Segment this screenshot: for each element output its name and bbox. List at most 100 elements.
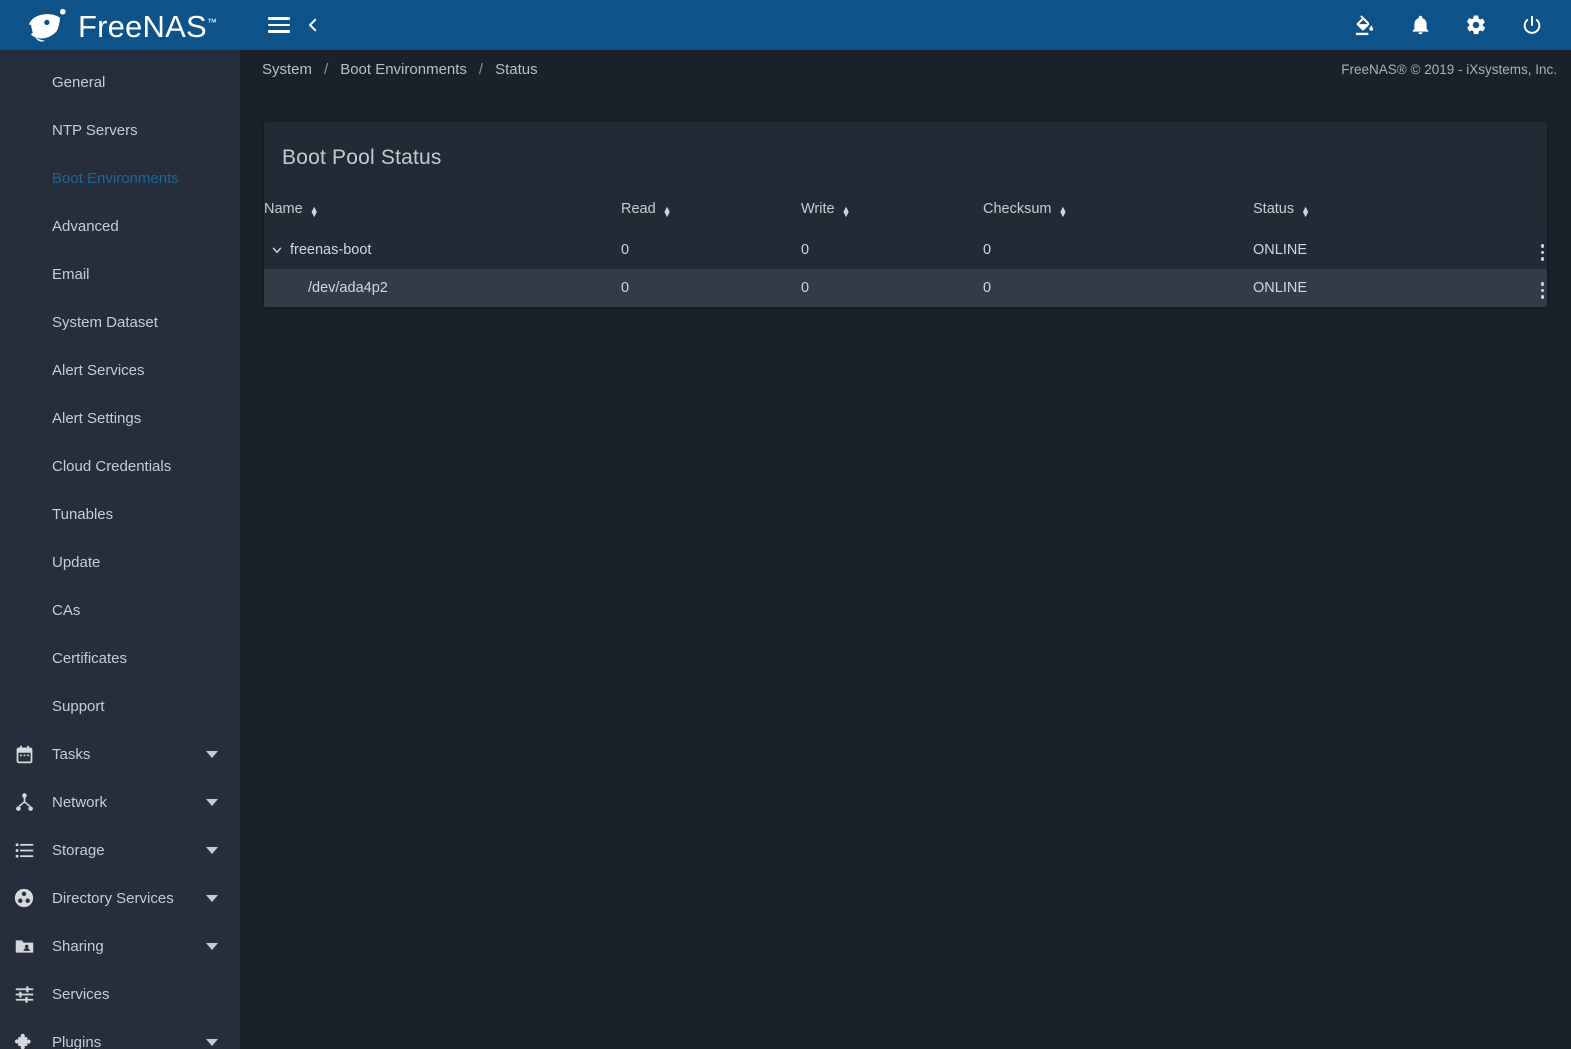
column-header-name[interactable]: Name ▲ ▼: [264, 192, 621, 231]
more-vertical-icon[interactable]: [1538, 240, 1548, 265]
storage-list-icon: [10, 836, 38, 864]
sidebar-item-certificates[interactable]: Certificates: [0, 634, 240, 682]
sidebar-item-label: Alert Settings: [52, 409, 142, 427]
notifications-bell-icon[interactable]: [1403, 8, 1437, 42]
power-icon[interactable]: [1515, 8, 1549, 42]
settings-gear-icon[interactable]: [1459, 8, 1493, 42]
sidebar-item-label: Tasks: [52, 745, 91, 763]
sort-updown-icon[interactable]: ▲ ▼: [842, 202, 851, 218]
brand-name: FreeNAS™: [77, 8, 218, 44]
breadcrumb-item-system[interactable]: System: [262, 61, 312, 78]
sidebar-item-cloud-credentials[interactable]: Cloud Credentials: [0, 442, 240, 490]
sliders-icon: [10, 980, 38, 1008]
sidebar-item-label: Update: [52, 553, 101, 571]
breadcrumb: System / Boot Environments / Status: [262, 61, 538, 78]
chevron-down-icon[interactable]: [206, 798, 218, 806]
sidebar-item-storage[interactable]: Storage: [0, 826, 240, 874]
cell-read: 0: [621, 231, 801, 269]
freenas-app-window: FreeNAS™ General NTP Servers Boot Enviro…: [0, 0, 1571, 1049]
sidebar-item-network[interactable]: Network: [0, 778, 240, 826]
column-label: Status: [1253, 201, 1295, 217]
boot-pool-table: Name ▲▼ Read ▲▼ Write ▲▼ Checksum ▲▼: [264, 192, 1547, 307]
sidebar-item-label: NTP Servers: [52, 121, 138, 139]
breadcrumb-separator: /: [478, 60, 484, 78]
sidebar-item-ntp-servers[interactable]: NTP Servers: [0, 106, 240, 154]
directory-services-icon: [10, 884, 38, 912]
sidebar-item-general[interactable]: General: [0, 58, 240, 106]
column-header-checksum[interactable]: Checksum ▲ ▼: [983, 192, 1253, 231]
sort-updown-icon[interactable]: ▲ ▼: [1301, 202, 1310, 218]
sidebar-item-cas[interactable]: CAs: [0, 586, 240, 634]
page-content: Boot Pool Status Name ▲ ▼ Read ▲ ▼ Write…: [240, 88, 1571, 1049]
sidebar-item-label: Advanced: [52, 217, 119, 235]
column-header-actions: [1453, 192, 1547, 231]
chevron-down-icon[interactable]: [206, 894, 218, 902]
cell-write: 0: [801, 231, 983, 269]
sidebar-item-label: CAs: [52, 601, 81, 619]
sidebar-item-label: Email: [52, 265, 90, 283]
chevron-down-icon[interactable]: [206, 1038, 218, 1046]
chevron-down-icon[interactable]: [264, 243, 290, 257]
cell-name: /dev/ada4p2: [264, 269, 621, 307]
chevron-down-icon[interactable]: [206, 942, 218, 950]
sidebar-item-label: Boot Environments: [52, 169, 179, 187]
chevron-down-icon[interactable]: [206, 750, 218, 758]
copyright-text: FreeNAS® © 2019 - iXsystems, Inc.: [1341, 61, 1557, 77]
top-bar-actions: [1347, 8, 1549, 42]
page-title: Boot Pool Status: [282, 146, 442, 169]
freenas-fish-logo-icon: [24, 8, 66, 42]
puzzle-icon: [10, 1028, 38, 1049]
sidebar-item-system-dataset[interactable]: System Dataset: [0, 298, 240, 346]
sidebar-item-advanced[interactable]: Advanced: [0, 202, 240, 250]
sidebar-item-tunables[interactable]: Tunables: [0, 490, 240, 538]
theme-paint-bucket-icon[interactable]: [1347, 8, 1381, 42]
sort-updown-icon[interactable]: ▲ ▼: [310, 202, 319, 218]
sidebar-item-alert-settings[interactable]: Alert Settings: [0, 394, 240, 442]
hamburger-menu-icon[interactable]: [262, 8, 296, 42]
table-row[interactable]: freenas-boot 0 0 0 ONLINE: [264, 231, 1547, 269]
sidebar-item-services[interactable]: Services: [0, 970, 240, 1018]
more-vertical-icon[interactable]: [1538, 278, 1548, 303]
cell-write: 0: [801, 269, 983, 307]
sidebar-item-label: Cloud Credentials: [52, 457, 172, 475]
sidebar-item-tasks[interactable]: Tasks: [0, 730, 240, 778]
chevron-down-icon[interactable]: [206, 846, 218, 854]
sidebar-item-email[interactable]: Email: [0, 250, 240, 298]
table-header-row: Name ▲▼ Read ▲▼ Write ▲▼ Checksum ▲▼: [264, 192, 1547, 231]
status-badge: ONLINE: [1253, 269, 1453, 307]
cell-read: 0: [621, 269, 801, 307]
column-header-read[interactable]: Read ▲ ▼: [621, 192, 801, 231]
sidebar-item-directory-services[interactable]: Directory Services: [0, 874, 240, 922]
sidebar-item-label: Certificates: [52, 649, 128, 667]
cell-checksum: 0: [983, 231, 1253, 269]
sidebar-item-alert-services[interactable]: Alert Services: [0, 346, 240, 394]
sidebar-item-boot-environments[interactable]: Boot Environments: [0, 154, 240, 202]
sidebar-item-label: Directory Services: [52, 889, 174, 907]
sort-updown-icon[interactable]: ▲ ▼: [663, 202, 672, 218]
column-label: Write: [801, 201, 835, 217]
breadcrumb-item-boot-environments[interactable]: Boot Environments: [340, 61, 467, 78]
sidebar-item-label: Tunables: [52, 505, 114, 523]
sidebar-item-sharing[interactable]: Sharing: [0, 922, 240, 970]
top-bar: [240, 0, 1571, 50]
sidebar-item-label: Plugins: [52, 1033, 102, 1049]
sidebar-item-support[interactable]: Support: [0, 682, 240, 730]
cell-actions: [1453, 269, 1547, 307]
brand-logo[interactable]: FreeNAS™: [0, 0, 240, 50]
calendar-icon: [10, 740, 38, 768]
sidebar-item-label: System Dataset: [52, 313, 158, 331]
sidebar-item-label: Support: [52, 697, 105, 715]
sidebar-item-plugins[interactable]: Plugins: [0, 1018, 240, 1049]
cell-checksum: 0: [983, 269, 1253, 307]
sidebar-item-update[interactable]: Update: [0, 538, 240, 586]
chevron-left-icon[interactable]: [296, 8, 330, 42]
sort-updown-icon[interactable]: ▲ ▼: [1059, 202, 1068, 218]
column-header-write[interactable]: Write ▲ ▼: [801, 192, 983, 231]
cell-name: freenas-boot: [264, 231, 621, 269]
sidebar-item-label: Services: [52, 985, 110, 1003]
table-row[interactable]: /dev/ada4p2 0 0 0 ONLINE: [264, 269, 1547, 307]
breadcrumb-bar: System / Boot Environments / Status Free…: [240, 50, 1571, 88]
cell-actions: [1453, 231, 1547, 269]
network-share-icon: [10, 788, 38, 816]
column-header-status[interactable]: Status ▲ ▼: [1253, 192, 1453, 231]
